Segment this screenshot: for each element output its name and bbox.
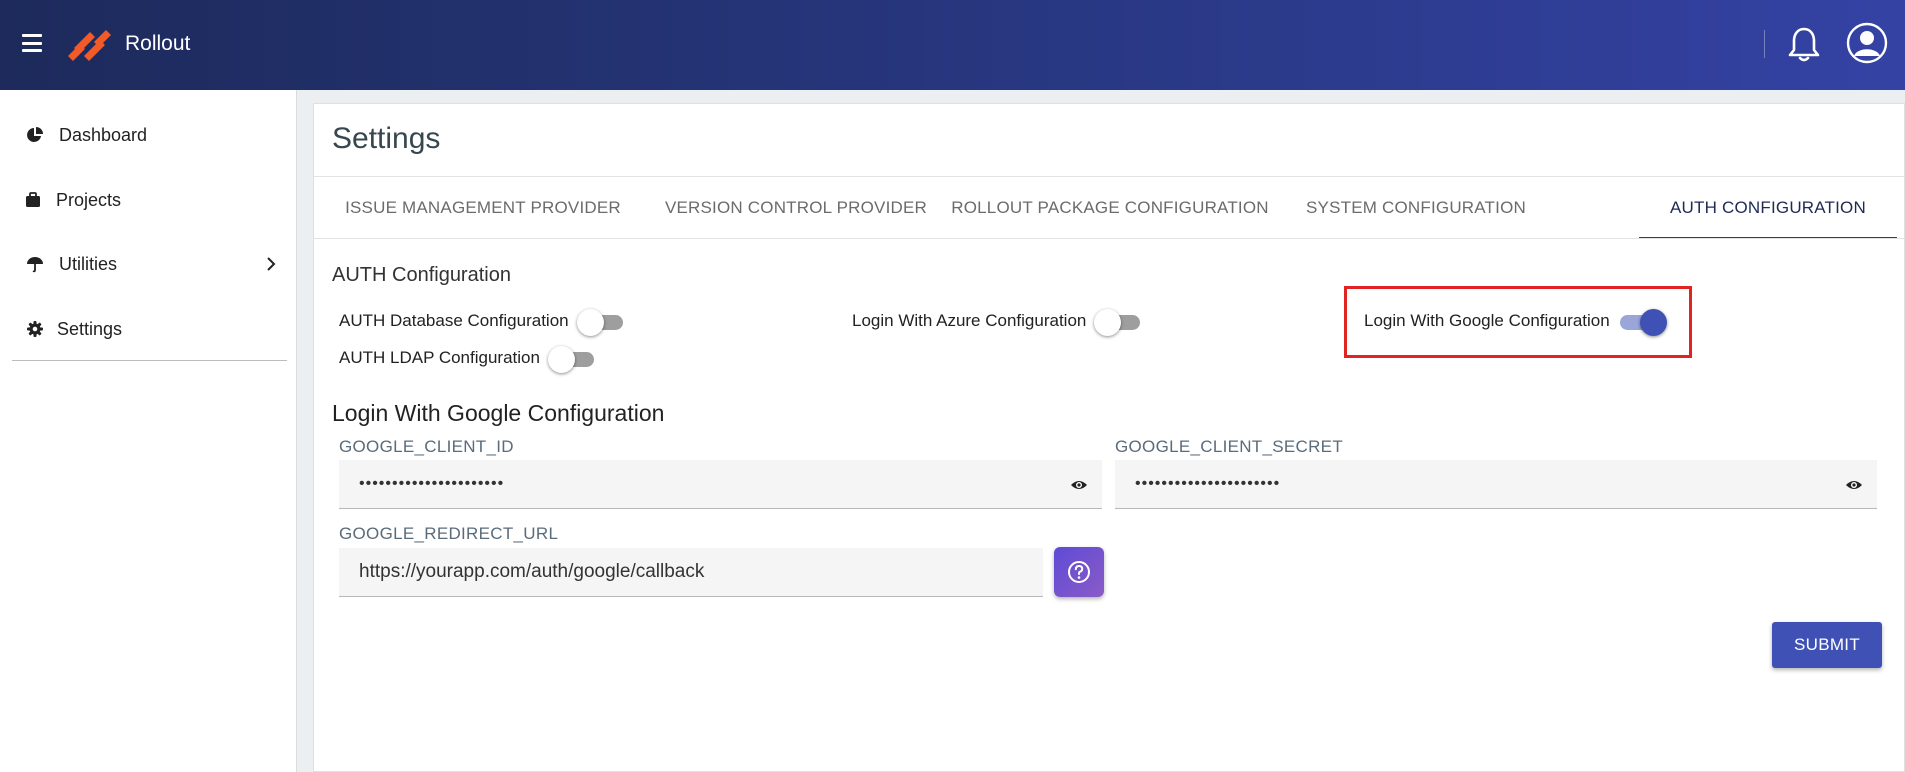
sidebar: Dashboard Projects Utilities Settings — [0, 90, 297, 772]
tabs-divider — [314, 238, 1905, 239]
brand-name: Rollout — [125, 32, 191, 55]
client-id-value: •••••••••••••••••••••• — [359, 475, 505, 492]
chevron-right-icon[interactable] — [264, 257, 278, 271]
toggle-label: Login With Google Configuration — [1364, 311, 1610, 330]
toggle-azure-login: Login With Azure Configuration — [852, 309, 1142, 336]
client-secret-value: •••••••••••••••••••••• — [1135, 475, 1281, 492]
tab-rollout-package-configuration[interactable]: ROLLOUT PACKAGE CONFIGURATION — [940, 177, 1280, 238]
page-title: Settings — [332, 122, 441, 155]
auth-section-title: AUTH Configuration — [332, 264, 511, 286]
client-id-label: GOOGLE_CLIENT_ID — [339, 437, 514, 456]
top-app-bar: Rollout — [0, 0, 1905, 90]
eye-icon[interactable] — [1070, 476, 1088, 494]
menu-icon[interactable] — [22, 34, 42, 52]
azure-login-switch[interactable] — [1094, 309, 1142, 336]
help-button[interactable] — [1054, 547, 1104, 597]
eye-icon[interactable] — [1845, 476, 1863, 494]
bell-icon[interactable] — [1786, 25, 1822, 63]
google-config-title: Login With Google Configuration — [332, 400, 665, 426]
sidebar-item-label: Projects — [56, 189, 122, 210]
sidebar-item-label: Utilities — [59, 253, 118, 274]
sidebar-item-label: Settings — [57, 318, 123, 339]
client-secret-field[interactable]: •••••••••••••••••••••• — [1115, 460, 1877, 509]
auth-ldap-switch[interactable] — [547, 346, 596, 373]
toggle-label: Login With Azure Configuration — [852, 311, 1087, 330]
umbrella-icon — [27, 257, 43, 273]
toolbar-divider — [1764, 30, 1765, 58]
tab-issue-management-provider[interactable]: ISSUE MANAGEMENT PROVIDER — [314, 177, 652, 238]
rollout-logo[interactable] — [66, 26, 112, 62]
pie-chart-icon — [27, 127, 43, 142]
toggle-auth-database: AUTH Database Configuration — [339, 309, 625, 336]
auth-database-switch[interactable] — [576, 309, 625, 336]
sidebar-item-dashboard[interactable]: Dashboard — [0, 110, 297, 160]
client-secret-label: GOOGLE_CLIENT_SECRET — [1115, 437, 1344, 456]
briefcase-icon — [26, 192, 40, 207]
settings-card: Settings ISSUE MANAGEMENT PROVIDER VERSI… — [313, 103, 1905, 772]
toggle-auth-ldap: AUTH LDAP Configuration — [339, 346, 596, 373]
user-avatar-icon[interactable] — [1846, 22, 1888, 64]
redirect-url-value: https://yourapp.com/auth/google/callback — [359, 561, 705, 582]
sidebar-item-utilities[interactable]: Utilities — [0, 239, 297, 289]
sidebar-item-projects[interactable]: Projects — [0, 175, 297, 225]
toggle-google-login: Login With Google Configuration — [1364, 309, 1667, 336]
submit-button[interactable]: SUBMIT — [1772, 622, 1882, 668]
sidebar-divider — [12, 360, 287, 361]
redirect-url-field[interactable]: https://yourapp.com/auth/google/callback — [339, 548, 1043, 597]
tab-version-control-provider[interactable]: VERSION CONTROL PROVIDER — [652, 177, 940, 238]
toggle-label: AUTH Database Configuration — [339, 311, 569, 330]
sidebar-item-label: Dashboard — [59, 124, 148, 145]
tab-system-configuration[interactable]: SYSTEM CONFIGURATION — [1280, 177, 1552, 238]
tab-auth-configuration[interactable]: AUTH CONFIGURATION — [1639, 177, 1897, 239]
redirect-url-label: GOOGLE_REDIRECT_URL — [339, 524, 559, 543]
sidebar-item-settings[interactable]: Settings — [0, 304, 297, 354]
gear-icon — [27, 321, 43, 337]
client-id-field[interactable]: •••••••••••••••••••••• — [339, 460, 1102, 509]
google-login-switch[interactable] — [1618, 309, 1667, 336]
question-circle-icon — [1068, 561, 1090, 583]
toggle-label: AUTH LDAP Configuration — [339, 348, 540, 367]
